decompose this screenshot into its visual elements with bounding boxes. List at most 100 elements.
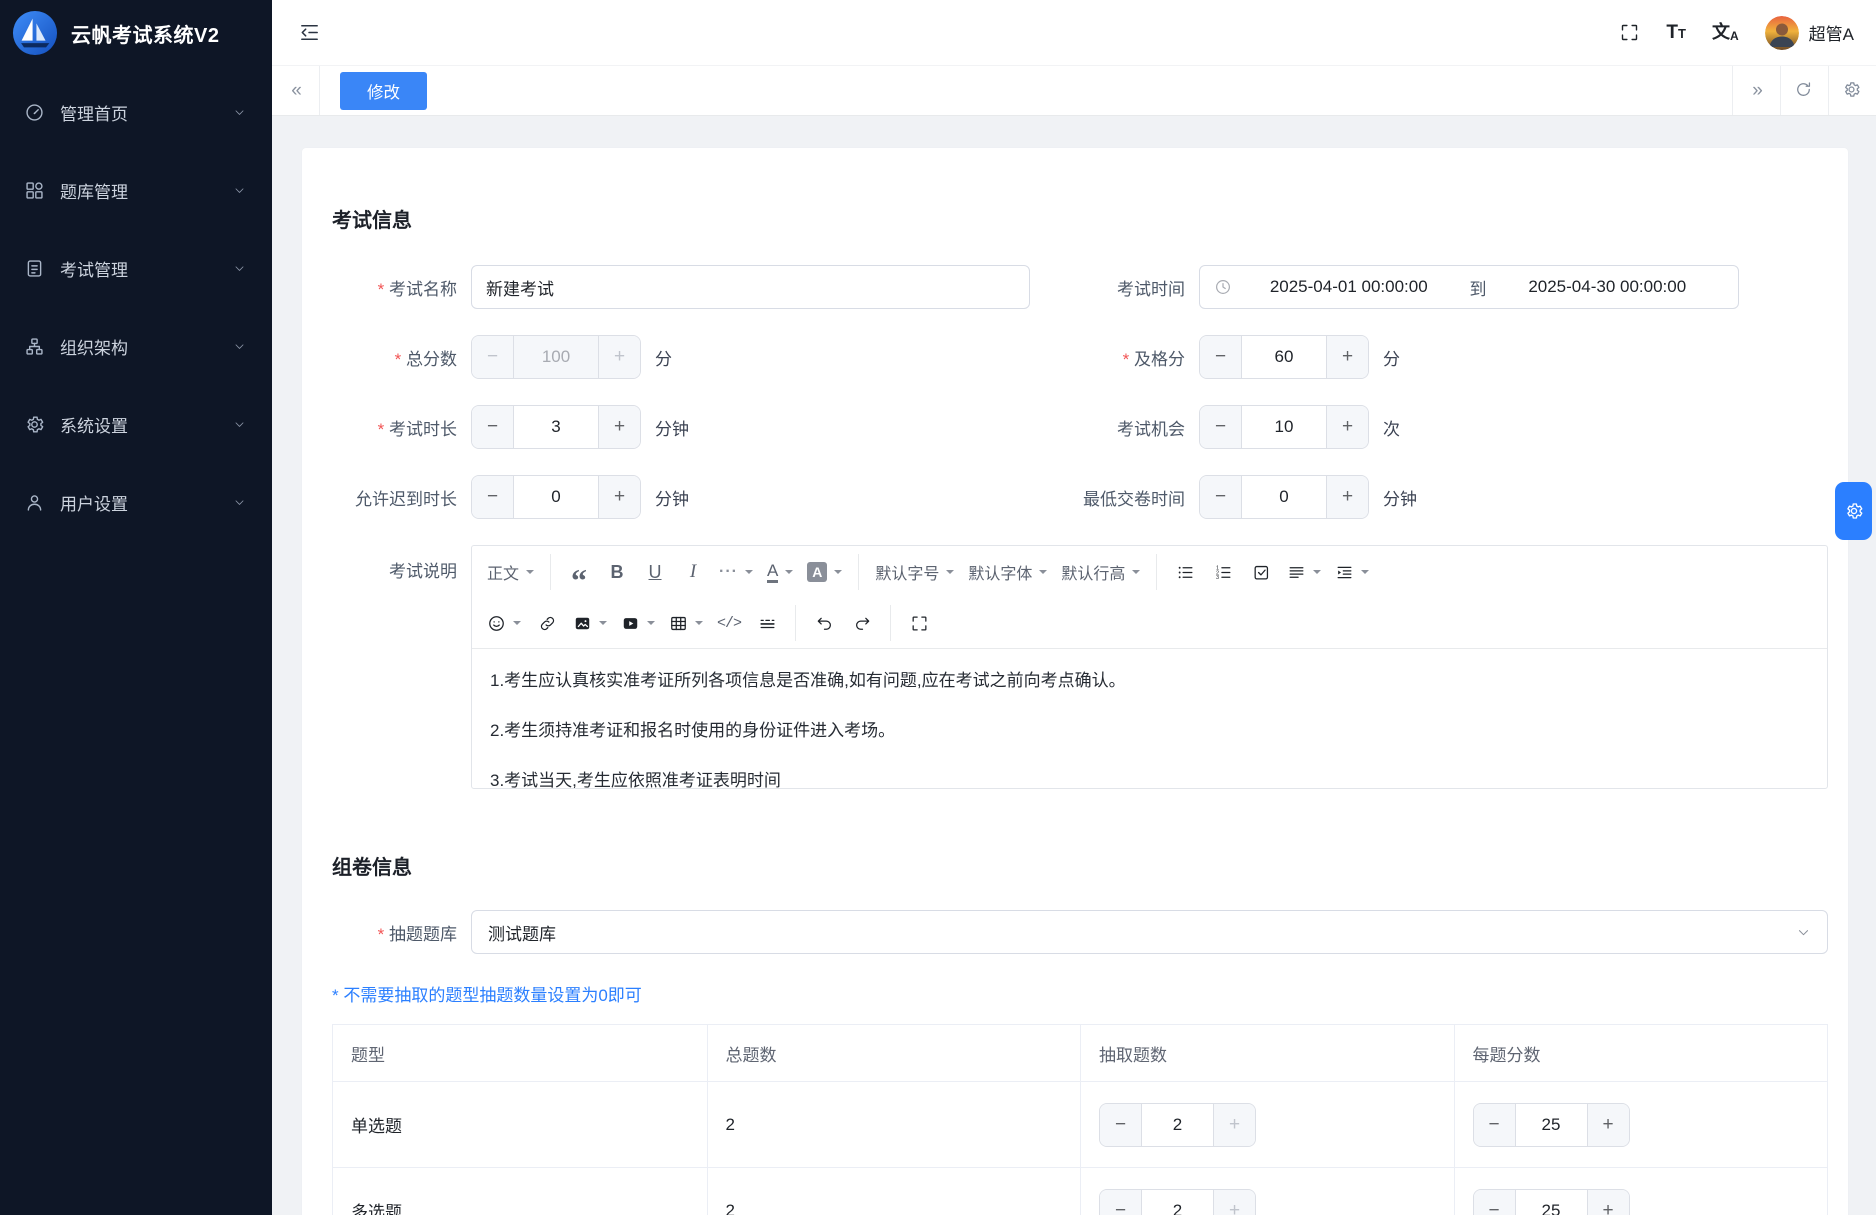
numbered-list-button[interactable]	[1204, 554, 1242, 590]
increase-button[interactable]: +	[1213, 1104, 1255, 1146]
font-size-icon-small: T	[1678, 26, 1686, 41]
font-family-dropdown[interactable]: 默认字体	[961, 554, 1054, 590]
page-content: 考试信息 考试名称 考试时间 2025-04-01 00:00:00	[272, 116, 1876, 1215]
pass-score-input[interactable]	[1242, 336, 1326, 378]
attempts-input[interactable]	[1242, 406, 1326, 448]
sidebar-item-exam-management[interactable]: 考试管理	[12, 244, 260, 292]
refresh-tab-button[interactable]	[1780, 66, 1828, 115]
tab-settings-button[interactable]	[1828, 66, 1876, 115]
table-cell-type: 单选题	[333, 1081, 707, 1167]
more-styles-dropdown[interactable]: ···	[712, 554, 760, 590]
form-row-pass-score: 及格分 − + 分	[1030, 335, 1828, 379]
user-name[interactable]: 超管A	[1809, 20, 1854, 45]
font-size-dropdown[interactable]: 默认字号	[868, 554, 961, 590]
late-allow-input[interactable]	[514, 476, 598, 518]
exam-name-label: 考试名称	[332, 275, 457, 300]
emoji-dropdown[interactable]	[480, 605, 528, 641]
sidebar-item-system-settings[interactable]: 系统设置	[12, 400, 260, 448]
increase-button[interactable]: +	[1587, 1104, 1629, 1146]
tabs-scroll-right-button[interactable]: »	[1732, 66, 1780, 115]
more-icon: ···	[719, 563, 738, 581]
increase-button[interactable]: +	[1326, 406, 1368, 448]
line-height-dropdown[interactable]: 默认行高	[1054, 554, 1147, 590]
table-cell-total: 2	[707, 1081, 1081, 1167]
score-input[interactable]	[1516, 1190, 1587, 1215]
increase-button[interactable]: +	[1326, 336, 1368, 378]
decrease-button[interactable]: −	[1100, 1104, 1142, 1146]
insert-video-dropdown[interactable]	[614, 605, 662, 641]
end-datetime[interactable]: 2025-04-30 00:00:00	[1491, 277, 1725, 297]
indent-icon	[1335, 563, 1354, 582]
increase-button[interactable]: +	[1326, 476, 1368, 518]
increase-button[interactable]: +	[1587, 1190, 1629, 1215]
indent-dropdown[interactable]	[1328, 554, 1376, 590]
bold-button[interactable]: B	[598, 554, 636, 590]
decrease-button[interactable]: −	[472, 476, 514, 518]
tab-modify[interactable]: 修改	[340, 72, 427, 110]
redo-button[interactable]	[843, 605, 881, 641]
code-block-button[interactable]: </>	[710, 605, 748, 641]
insert-table-dropdown[interactable]	[662, 605, 710, 641]
gear-icon	[1844, 501, 1864, 521]
font-size-icon[interactable]: TT	[1666, 23, 1686, 42]
editor-fullscreen-button[interactable]	[900, 605, 938, 641]
exam-name-input[interactable]	[471, 265, 1030, 309]
editor-paragraph: 2.考生须持准考证和报名时使用的身份证件进入考场。	[490, 718, 1809, 744]
bullet-list-icon	[1176, 563, 1195, 582]
font-size-icon-big: T	[1666, 22, 1678, 43]
decrease-button[interactable]: −	[1200, 476, 1242, 518]
system-settings-icon	[24, 414, 45, 435]
sidebar-item-question-bank[interactable]: 题库管理	[12, 166, 260, 214]
fullscreen-icon[interactable]	[1619, 22, 1640, 43]
form-row-min-submit: 最低交卷时间 − + 分钟	[1030, 475, 1828, 519]
theme-settings-button[interactable]	[1835, 482, 1872, 540]
blockquote-icon[interactable]: “	[560, 554, 598, 590]
sidebar-item-dashboard[interactable]: 管理首页	[12, 88, 260, 136]
background-color-dropdown[interactable]: A	[800, 554, 849, 590]
form-row-exam-name: 考试名称	[332, 265, 1030, 309]
font-color-dropdown[interactable]: A	[760, 554, 800, 590]
editor-content[interactable]: 1.考生应认真核实准考证所列各项信息是否准确,如有问题,应在考试之前向考点确认。…	[472, 648, 1827, 788]
chevron-down-icon	[1796, 925, 1811, 940]
sidebar-item-org-structure[interactable]: 组织架构	[12, 322, 260, 370]
language-icon[interactable]: 文A	[1712, 23, 1739, 42]
undo-button[interactable]	[805, 605, 843, 641]
align-dropdown[interactable]	[1280, 554, 1328, 590]
increase-button[interactable]: +	[598, 336, 640, 378]
draw-count-input[interactable]	[1142, 1104, 1213, 1146]
paragraph-style-dropdown[interactable]: 正文	[480, 554, 541, 590]
table-header-score: 每题分数	[1454, 1025, 1828, 1081]
decrease-button[interactable]: −	[1100, 1190, 1142, 1215]
decrease-button[interactable]: −	[472, 336, 514, 378]
sidebar-item-user-settings[interactable]: 用户设置	[12, 478, 260, 526]
insert-divider-button[interactable]	[748, 605, 786, 641]
decrease-button[interactable]: −	[472, 406, 514, 448]
exam-time-range-picker[interactable]: 2025-04-01 00:00:00 到 2025-04-30 00:00:0…	[1199, 265, 1739, 309]
decrease-button[interactable]: −	[1474, 1190, 1516, 1215]
underline-button[interactable]: U	[636, 554, 674, 590]
total-score-input[interactable]	[514, 336, 598, 378]
draw-count-input[interactable]	[1142, 1190, 1213, 1215]
min-submit-input[interactable]	[1242, 476, 1326, 518]
insert-link-button[interactable]	[528, 605, 566, 641]
decrease-button[interactable]: −	[1474, 1104, 1516, 1146]
collapse-sidebar-button[interactable]	[298, 21, 321, 44]
decrease-button[interactable]: −	[1200, 406, 1242, 448]
chevron-down-icon	[233, 262, 246, 275]
increase-button[interactable]: +	[1213, 1190, 1255, 1215]
insert-image-dropdown[interactable]	[566, 605, 614, 641]
top-header: TT 文A 超管A	[272, 0, 1876, 66]
italic-button[interactable]: I	[674, 554, 712, 590]
score-input[interactable]	[1516, 1104, 1587, 1146]
duration-input[interactable]	[514, 406, 598, 448]
bullet-list-button[interactable]	[1166, 554, 1204, 590]
question-bank-select[interactable]: 测试题库	[471, 910, 1828, 954]
tabs-scroll-left-button[interactable]: «	[272, 66, 320, 115]
decrease-button[interactable]: −	[1200, 336, 1242, 378]
increase-button[interactable]: +	[598, 406, 640, 448]
start-datetime[interactable]: 2025-04-01 00:00:00	[1232, 277, 1466, 297]
user-avatar[interactable]	[1765, 16, 1799, 50]
checklist-button[interactable]	[1242, 554, 1280, 590]
collapse-sidebar-icon	[298, 21, 321, 44]
increase-button[interactable]: +	[598, 476, 640, 518]
